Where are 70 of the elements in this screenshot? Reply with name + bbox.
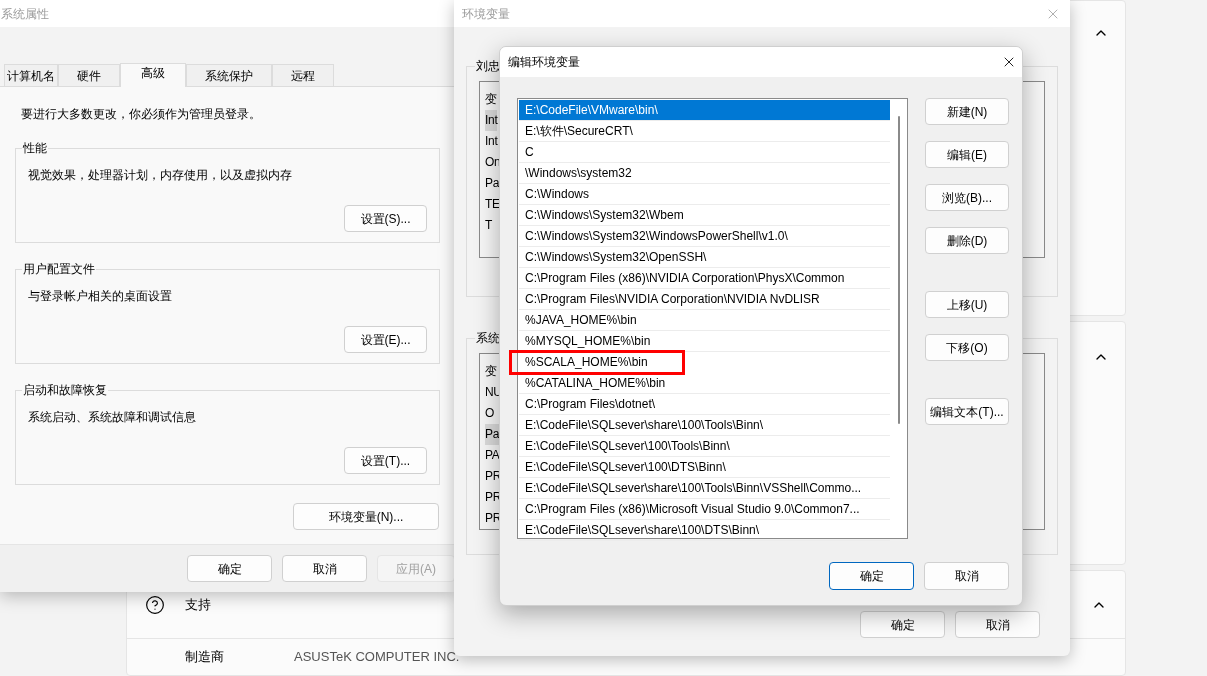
path-entry[interactable]: E:\CodeFile\SQLsever\share\100\Tools\Binn\ <box>519 415 890 436</box>
dialog-button[interactable]: 设置(T)... <box>344 447 427 474</box>
variable-row[interactable]: Pa <box>485 424 500 445</box>
path-entry[interactable]: C:\Program Files\dotnet\ <box>519 394 890 415</box>
group-description: 系统启动、系统故障和调试信息 <box>27 409 197 426</box>
path-entry[interactable]: C:\Windows\System32\Wbem <box>519 205 890 226</box>
group-title: 系统 <box>475 330 501 347</box>
group-description: 与登录帐户相关的桌面设置 <box>27 288 173 305</box>
path-entry[interactable]: %MYSQL_HOME%\bin <box>519 331 890 352</box>
group-description: 视觉效果，处理器计划，内存使用，以及虚拟内存 <box>27 167 293 184</box>
path-entry[interactable]: C:\Windows\System32\OpenSSH\ <box>519 247 890 268</box>
path-entry[interactable]: C:\Windows <box>519 184 890 205</box>
dialog-button[interactable]: 编辑文本(T)... <box>925 398 1009 425</box>
dialog-button[interactable]: 确定 <box>829 562 914 590</box>
tab[interactable]: 硬件 <box>58 64 120 86</box>
column-header: 变 <box>485 363 497 380</box>
path-entry[interactable]: \Windows\system32 <box>519 163 890 184</box>
path-entry[interactable]: %JAVA_HOME%\bin <box>519 310 890 331</box>
dialog-button[interactable]: 取消 <box>955 611 1040 638</box>
dialog-button[interactable]: 设置(E)... <box>344 326 427 353</box>
column-header: 变 <box>485 91 497 108</box>
path-entry[interactable]: C:\Program Files (x86)\NVIDIA Corporation\PhysX\Common <box>519 268 890 289</box>
path-entry[interactable]: %SCALA_HOME%\bin <box>511 352 683 373</box>
group-title: 启动和故障恢复 <box>22 382 108 399</box>
path-entry[interactable]: C:\Windows\System32\WindowsPowerShell\v1.0\ <box>519 226 890 247</box>
scrollbar-thumb[interactable] <box>897 116 900 424</box>
path-entry[interactable]: C:\Program Files\NVIDIA Corporation\NVIDIA NvDLISR <box>519 289 890 310</box>
dialog-button[interactable]: 编辑(E) <box>925 141 1009 168</box>
support-title: 支持 <box>185 595 211 614</box>
group-title: 用户配置文件 <box>22 261 96 278</box>
dialog-button[interactable]: 下移(O) <box>925 334 1009 361</box>
group-title: 刘忠 <box>475 58 501 75</box>
dialog-button[interactable]: 删除(D) <box>925 227 1009 254</box>
path-entry[interactable]: E:\CodeFile\VMware\bin\ <box>519 100 890 121</box>
window-title: 环境变量 <box>461 5 510 23</box>
tab[interactable]: 系统保护 <box>186 64 272 86</box>
dialog-button[interactable]: 确定 <box>187 555 272 582</box>
dialog-button[interactable]: 浏览(B)... <box>925 184 1009 211</box>
help-icon <box>145 594 165 615</box>
tab[interactable]: 远程 <box>272 64 334 86</box>
manufacturer-label: 制造商 <box>185 648 225 667</box>
path-entry[interactable]: E:\CodeFile\SQLsever\100\Tools\Binn\ <box>519 436 890 457</box>
variable-row[interactable]: Int <box>485 110 498 131</box>
path-entry[interactable]: E:\CodeFile\SQLsever\100\DTS\Binn\ <box>519 457 890 478</box>
variable-row[interactable]: Pa <box>485 173 500 194</box>
path-entry[interactable]: C <box>519 142 890 163</box>
variable-row[interactable]: PA <box>485 445 500 466</box>
dialog-button[interactable]: 环境变量(N)... <box>293 503 439 530</box>
path-entry[interactable]: %CATALINA_HOME%\bin <box>519 373 890 394</box>
dialog-button[interactable]: 确定 <box>860 611 945 638</box>
dialog-button[interactable]: 取消 <box>924 562 1009 590</box>
variable-row[interactable]: TE <box>485 194 500 215</box>
variable-row[interactable]: T <box>485 215 493 236</box>
manufacturer-value: ASUSTeK COMPUTER INC. <box>294 648 460 667</box>
path-entry[interactable]: E:\软件\SecureCRT\ <box>519 121 890 142</box>
path-entry[interactable]: C:\Program Files (x86)\Microsoft Visual Studio 9.0\Common7... <box>519 499 890 520</box>
variable-row[interactable]: O <box>485 403 495 424</box>
window-title: 系统属性 <box>0 5 49 23</box>
dialog-button[interactable]: 上移(U) <box>925 291 1009 318</box>
dialog-button[interactable]: 设置(S)... <box>344 205 427 232</box>
tab[interactable]: 高级 <box>120 63 186 87</box>
group-title: 性能 <box>22 140 48 157</box>
dialog-button[interactable]: 新建(N) <box>925 98 1009 125</box>
path-entry[interactable]: E:\CodeFile\SQLsever\share\100\Tools\Binn\VSShell\Commo... <box>519 478 890 499</box>
admin-notice: 要进行大多数更改，你必须作为管理员登录。 <box>20 106 262 123</box>
variable-row[interactable]: Int <box>485 131 498 152</box>
tab[interactable]: 计算机名 <box>4 64 58 86</box>
path-entry[interactable]: E:\CodeFile\SQLsever\share\100\DTS\Binn\ <box>519 520 890 541</box>
dialog-button[interactable]: 取消 <box>282 555 367 582</box>
dialog-title: 编辑环境变量 <box>507 54 580 71</box>
